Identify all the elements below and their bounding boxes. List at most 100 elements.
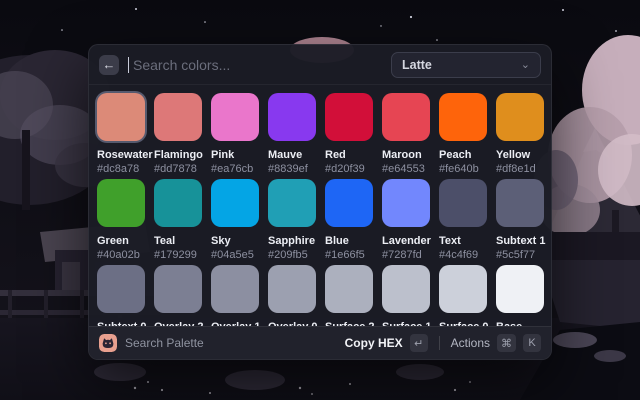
color-swatch[interactable]	[211, 265, 259, 313]
color-name-label: Mauve	[268, 149, 316, 161]
color-name-label: Maroon	[382, 149, 430, 161]
back-arrow-icon: ←	[103, 58, 116, 71]
color-cell-overlay-1: Overlay 1	[211, 265, 259, 328]
color-swatch[interactable]	[268, 179, 316, 227]
color-cell-subtext-0: Subtext 0	[97, 265, 145, 328]
color-swatch[interactable]	[97, 179, 145, 227]
color-hex-label: #ea76cb	[211, 163, 259, 175]
color-swatch[interactable]	[439, 179, 487, 227]
app-name-label: Search Palette	[125, 336, 204, 350]
color-cell-red: Red #d20f39	[325, 93, 373, 179]
color-hex-label: #209fb5	[268, 249, 316, 261]
color-swatch[interactable]	[154, 265, 202, 313]
color-hex-label: #fe640b	[439, 163, 487, 175]
actions-button[interactable]: Actions	[451, 336, 490, 350]
color-cell-maroon: Maroon #e64553	[382, 93, 430, 179]
enter-key-icon: ↵	[410, 334, 428, 352]
color-cell-blue: Blue #1e66f5	[325, 179, 373, 265]
search-header: ← Latte ⌄	[89, 45, 551, 85]
color-cell-flamingo: Flamingo #dd7878	[154, 93, 202, 179]
color-swatch[interactable]	[325, 93, 373, 141]
color-swatch[interactable]	[97, 265, 145, 313]
color-hex-label: #dd7878	[154, 163, 202, 175]
color-hex-label: #179299	[154, 249, 202, 261]
color-hex-label: #8839ef	[268, 163, 316, 175]
color-cell-rosewater: Rosewater #dc8a78	[97, 93, 145, 179]
color-swatch[interactable]	[211, 179, 259, 227]
color-name-label: Text	[439, 235, 487, 247]
color-cell-pink: Pink #ea76cb	[211, 93, 259, 179]
color-cell-overlay-2: Overlay 2	[154, 265, 202, 328]
flavor-dropdown[interactable]: Latte ⌄	[391, 52, 541, 78]
color-cell-text: Text #4c4f69	[439, 179, 487, 265]
color-hex-label: #df8e1d	[496, 163, 544, 175]
color-name-label: Sky	[211, 235, 259, 247]
color-name-label: Pink	[211, 149, 259, 161]
color-name-label: Rosewater	[97, 149, 145, 161]
color-name-label: Sapphire	[268, 235, 316, 247]
color-cell-subtext-1: Subtext 1 #5c5f77	[496, 179, 544, 265]
flavor-dropdown-value: Latte	[402, 58, 432, 72]
color-cell-surface-1: Surface 1	[382, 265, 430, 328]
color-swatch[interactable]	[496, 265, 544, 313]
chevron-down-icon: ⌄	[521, 58, 530, 71]
color-name-label: Green	[97, 235, 145, 247]
color-swatch[interactable]	[211, 93, 259, 141]
color-hex-label: #7287fd	[382, 249, 430, 261]
cmd-key-icon: ⌘	[497, 334, 516, 352]
footer-actions: Copy HEX ↵ Actions ⌘ K	[345, 334, 541, 352]
text-cursor	[128, 57, 129, 73]
color-swatch[interactable]	[439, 265, 487, 313]
footer-bar: Search Palette Copy HEX ↵ Actions ⌘ K	[89, 326, 551, 359]
color-cell-overlay-0: Overlay 0	[268, 265, 316, 328]
color-swatch[interactable]	[268, 265, 316, 313]
color-cell-sapphire: Sapphire #209fb5	[268, 179, 316, 265]
color-cell-mauve: Mauve #8839ef	[268, 93, 316, 179]
color-cell-peach: Peach #fe640b	[439, 93, 487, 179]
color-swatch[interactable]	[382, 265, 430, 313]
color-name-label: Blue	[325, 235, 373, 247]
color-cell-surface-2: Surface 2	[325, 265, 373, 328]
color-hex-label: #1e66f5	[325, 249, 373, 261]
color-picker-window: ← Latte ⌄ Rosewater #dc8a78 Flamingo #dd787…	[88, 44, 552, 360]
color-name-label: Lavender	[382, 235, 430, 247]
palette-grid: Rosewater #dc8a78 Flamingo #dd7878 Pink #ea76…	[89, 85, 551, 328]
color-name-label: Teal	[154, 235, 202, 247]
footer-divider	[439, 336, 440, 350]
color-swatch[interactable]	[439, 93, 487, 141]
color-swatch[interactable]	[496, 93, 544, 141]
color-cell-teal: Teal #179299	[154, 179, 202, 265]
color-swatch[interactable]	[268, 93, 316, 141]
color-cell-surface-0: Surface 0	[439, 265, 487, 328]
color-swatch[interactable]	[496, 179, 544, 227]
color-name-label: Peach	[439, 149, 487, 161]
copy-hex-button[interactable]: Copy HEX	[345, 336, 403, 350]
color-hex-label: #dc8a78	[97, 163, 145, 175]
color-swatch[interactable]	[325, 179, 373, 227]
color-swatch[interactable]	[97, 93, 145, 141]
color-hex-label: #5c5f77	[496, 249, 544, 261]
color-hex-label: #04a5e5	[211, 249, 259, 261]
color-cell-base: Base	[496, 265, 544, 328]
color-cell-green: Green #40a02b	[97, 179, 145, 265]
color-swatch[interactable]	[325, 265, 373, 313]
color-name-label: Red	[325, 149, 373, 161]
color-cell-lavender: Lavender #7287fd	[382, 179, 430, 265]
color-hex-label: #e64553	[382, 163, 430, 175]
color-name-label: Yellow	[496, 149, 544, 161]
color-name-label: Subtext 1	[496, 235, 544, 247]
screen: ← Latte ⌄ Rosewater #dc8a78 Flamingo #dd787…	[0, 0, 640, 400]
k-key-icon: K	[523, 334, 541, 352]
color-hex-label: #d20f39	[325, 163, 373, 175]
catppuccin-logo-icon	[99, 334, 117, 352]
back-button[interactable]: ←	[99, 55, 119, 75]
color-swatch[interactable]	[382, 93, 430, 141]
color-hex-label: #4c4f69	[439, 249, 487, 261]
search-input[interactable]	[131, 56, 391, 74]
color-name-label: Flamingo	[154, 149, 202, 161]
color-swatch[interactable]	[382, 179, 430, 227]
color-swatch[interactable]	[154, 179, 202, 227]
color-swatch[interactable]	[154, 93, 202, 141]
color-cell-sky: Sky #04a5e5	[211, 179, 259, 265]
color-hex-label: #40a02b	[97, 249, 145, 261]
